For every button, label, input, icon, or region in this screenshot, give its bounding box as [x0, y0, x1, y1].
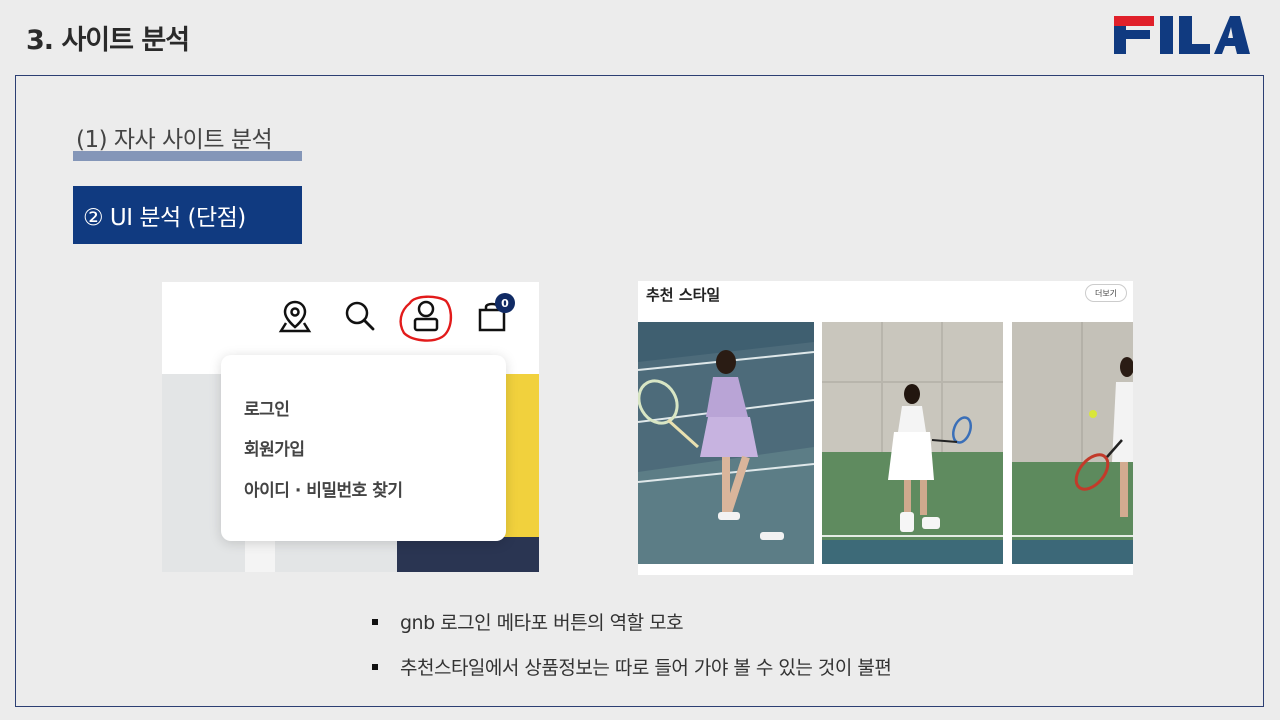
bullet-text: gnb 로그인 메타포 버튼의 역할 모호	[400, 612, 684, 634]
style-photo[interactable]	[822, 322, 1003, 564]
bullet-marker	[372, 618, 378, 625]
section-title: 추천 스타일	[646, 286, 721, 304]
more-button[interactable]: 더보기	[1085, 284, 1127, 302]
section-badge: ② UI 분석 (단점)	[73, 186, 302, 244]
map-pin-icon[interactable]	[277, 298, 313, 334]
section-subtitle: (1) 자사 사이트 분석	[76, 127, 273, 153]
gnb-screenshot: 0 로그인 회원가입 아이디 · 비밀번호 찾기	[162, 282, 539, 572]
menu-item-find-account[interactable]: 아이디 · 비밀번호 찾기	[244, 476, 403, 501]
cart-count-badge: 0	[495, 293, 515, 313]
bullet-item: gnb 로그인 메타포 버튼의 역할 모호	[372, 608, 684, 635]
bullet-marker	[372, 663, 378, 670]
background-panel	[397, 537, 539, 572]
slide-title: 3. 사이트 분석	[26, 25, 190, 56]
user-icon[interactable]	[394, 293, 458, 345]
search-icon[interactable]	[342, 298, 378, 334]
fila-logo	[1114, 16, 1250, 54]
menu-item-signup[interactable]: 회원가입	[244, 435, 305, 460]
style-photo[interactable]	[1012, 322, 1133, 564]
menu-item-login[interactable]: 로그인	[244, 395, 290, 420]
style-screenshot: 추천 스타일 더보기	[638, 281, 1133, 575]
login-dropdown: 로그인 회원가입 아이디 · 비밀번호 찾기	[221, 355, 506, 541]
subtitle-underline	[73, 151, 302, 161]
style-photo[interactable]	[638, 322, 814, 564]
bullet-item: 추천스타일에서 상품정보는 따로 들어 가야 볼 수 있는 것이 불편	[372, 653, 892, 680]
bullet-text: 추천스타일에서 상품정보는 따로 들어 가야 볼 수 있는 것이 불편	[400, 657, 892, 679]
